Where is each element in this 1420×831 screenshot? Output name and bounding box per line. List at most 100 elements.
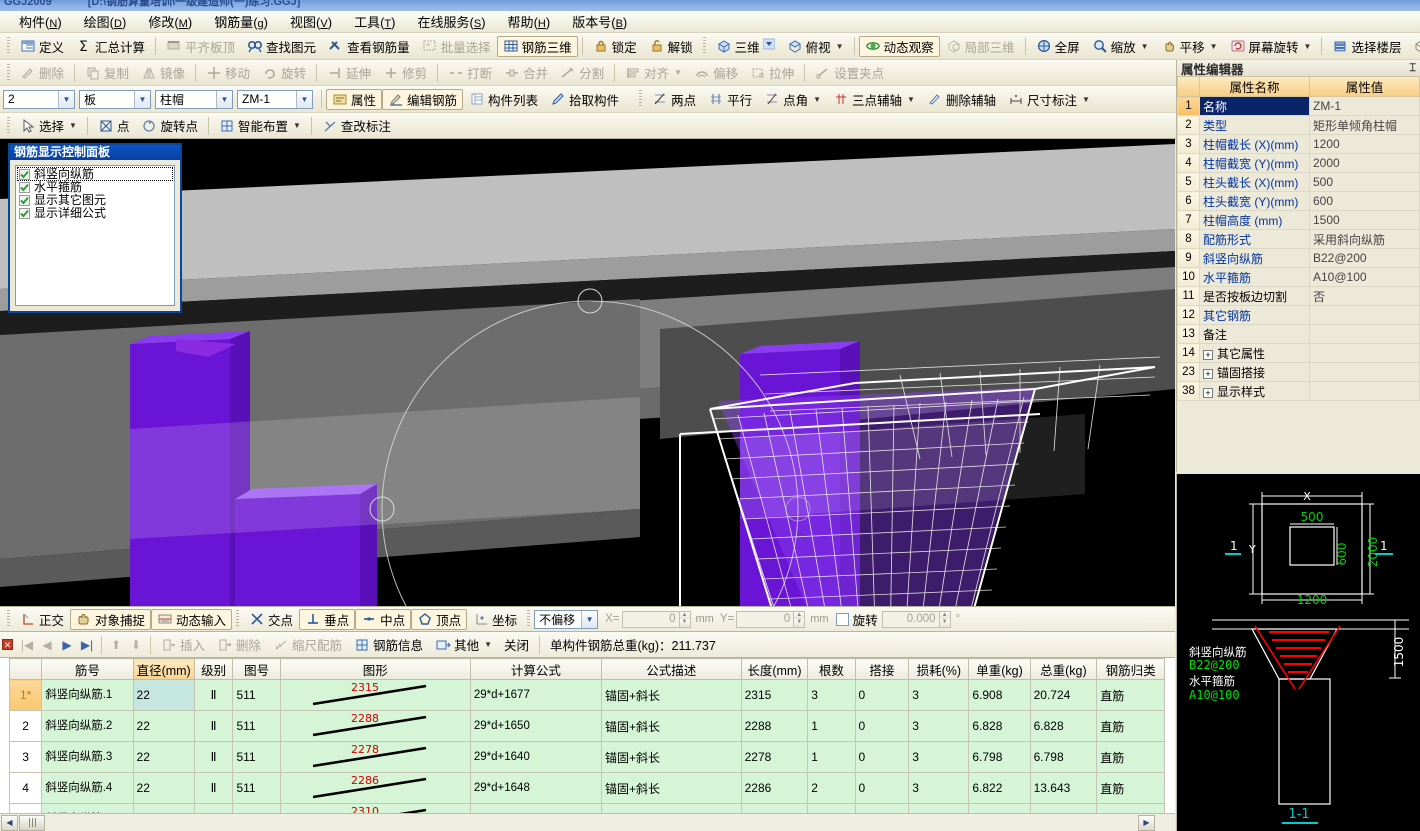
align-button[interactable]: 对齐 ▼ [619,62,688,83]
chevron-down-icon[interactable] [762,38,775,54]
split-button[interactable]: 分割 [554,62,610,83]
cell-category[interactable]: 直筋 [1096,679,1165,711]
toolbar-grip[interactable] [7,37,10,55]
cell-diameter[interactable]: 22 [132,772,195,804]
prev-record-button[interactable]: ◀ [37,638,57,652]
next-record-button[interactable]: ▶ [57,638,77,652]
cell-figure-no[interactable]: 511 [232,710,281,742]
cell-diameter[interactable]: 22 [132,710,195,742]
toolbar-grip[interactable] [7,116,10,135]
grid-horizontal-scrollbar[interactable]: ◀ ▶ [0,813,1175,831]
chevron-down-icon[interactable]: ▼ [296,90,312,108]
checkbox-checked-icon[interactable] [19,194,30,206]
chevron-down-icon[interactable]: ▼ [1302,42,1312,51]
property-value[interactable] [1309,343,1420,363]
3d-viewport[interactable]: Z 钢筋显示控制面板 斜竖向纵筋 水平箍筋 显示其它图元 [0,139,1175,606]
category-combo[interactable]: 板 ▼ [79,89,151,109]
rotate-spinner[interactable]: 0.000 ▲ ▼ [881,610,951,628]
cell-description[interactable]: 锚固+斜长 [600,710,742,742]
lock-button[interactable]: 锁定 [587,36,643,57]
table-row[interactable]: 1* 斜竖向纵筋.1 22 Ⅱ 511 2315 29*d+1677 锚固+斜长… [8,679,1165,711]
grid-header-shape[interactable]: 图形 [279,658,471,680]
menu-item-help[interactable]: 帮助(H) [497,10,562,33]
cell-rebar-no[interactable]: 斜竖向纵筋.1 [41,679,134,711]
move-button[interactable]: 移动 [200,62,256,83]
cell-total-weight[interactable]: 13.643 [1029,772,1098,804]
expander-plus-icon[interactable]: + [1203,350,1213,360]
flush-slab-top-button[interactable]: 平齐板顶 [160,36,241,57]
component-name-combo[interactable]: ZM-1 ▼ [237,89,313,109]
property-row[interactable]: 1 名称 ZM-1 [1177,96,1420,116]
merge-button[interactable]: 合并 [498,62,554,83]
stretch-button[interactable]: 拉伸 [744,62,800,83]
define-button[interactable]: 定义 [14,36,70,57]
offset-mode-combo[interactable]: 不偏移 ▼ [534,609,599,629]
toolbar-grip[interactable] [7,610,10,628]
dynamic-observe-button[interactable]: 动态观察 [858,35,940,57]
grid-header-formula[interactable]: 计算公式 [469,658,602,680]
two-point-axis-button[interactable]: 两点 [646,89,702,110]
pick-component-button[interactable]: 拾取构件 [544,89,625,110]
rotate-spinner-buttons[interactable]: ▲ ▼ [938,611,950,627]
grid-header-description[interactable]: 公式描述 [600,658,742,680]
chevron-down-icon[interactable]: ▼ [1080,95,1090,104]
grid-header-figure-no[interactable]: 图号 [232,658,281,680]
grid-header-loss[interactable]: 损耗(%) [908,658,970,680]
cell-loss[interactable]: 3 [908,679,970,711]
smart-layout-button[interactable]: 智能布置 ▼ [213,115,307,136]
floor-combo[interactable]: 2 ▼ [3,89,75,109]
edit-rebar-button[interactable]: 编辑钢筋 [382,88,464,110]
property-row[interactable]: 9 斜竖向纵筋 B22@200 [1177,248,1420,268]
expander-plus-icon[interactable]: + [1203,369,1213,379]
y-spinner[interactable]: 0 ▲ ▼ [736,610,806,628]
grid-header-unit-weight[interactable]: 单重(kg) [968,658,1031,680]
cell-description[interactable]: 锚固+斜长 [600,679,742,711]
checkbox-row-horizontal-stirrup[interactable]: 水平箍筋 [18,181,172,193]
menu-item-online-service[interactable]: 在线服务(S) [407,10,497,33]
property-row[interactable]: 8 配筋形式 采用斜向纵筋 [1177,229,1420,249]
rebar-data-grid[interactable]: 筋号 直径(mm) 级别 图号 图形 计算公式 公式描述 长度(mm) 根数 搭… [0,658,1175,831]
three-point-axis-button[interactable]: 三点辅轴 ▼ [827,89,921,110]
cell-shape[interactable]: 2286 [279,772,471,804]
grid-header-lap[interactable]: 搭接 [854,658,910,680]
menu-item-view[interactable]: 视图(V) [279,10,343,33]
property-value[interactable]: 1200 [1309,134,1420,154]
table-row[interactable]: 4 斜竖向纵筋.4 22 Ⅱ 511 2286 29*d+1648 锚固+斜长 … [8,772,1165,804]
chevron-down-icon[interactable]: ▼ [905,95,915,104]
cell-shape[interactable]: 2288 [279,710,471,742]
grid-header-diameter[interactable]: 直径(mm) [132,658,195,680]
chevron-down-icon[interactable]: ▼ [811,95,821,104]
toolbar-grip[interactable] [702,37,706,55]
spinner-up-icon[interactable]: ▲ [938,611,950,619]
cell-category[interactable]: 直筋 [1096,710,1165,742]
cell-rebar-no[interactable]: 斜竖向纵筋.4 [41,772,134,804]
cell-figure-no[interactable]: 511 [232,741,281,773]
menu-item-draw[interactable]: 绘图(D) [73,10,138,33]
checkbox-checked-icon[interactable] [19,207,30,219]
x-spinner[interactable]: 0 ▲ ▼ [621,610,691,628]
cell-lap[interactable]: 0 [854,772,910,804]
last-record-button[interactable]: ▶| [77,638,97,652]
delete-axis-button[interactable]: 删除辅轴 [921,89,1002,110]
point-tool-button[interactable]: 点 [92,115,136,136]
break-button[interactable]: 打断 [442,62,498,83]
rotate-input[interactable]: 0.000 [883,613,939,625]
top-view-button[interactable]: 俯视 ▼ [781,36,850,57]
chevron-down-icon[interactable]: ▼ [67,121,77,130]
point-angle-axis-button[interactable]: 点角 ▼ [758,89,827,110]
scale-rebar-button[interactable]: 缩尺配筋 [267,634,348,655]
property-row[interactable]: 6 柱头截宽 (Y)(mm) 600 [1177,191,1420,211]
view-rebar-qty-button[interactable]: 查看钢筋量 [322,36,416,57]
grid-header-count[interactable]: 根数 [807,658,856,680]
grid-header-rebar-no[interactable]: 筋号 [41,658,134,680]
cell-grade[interactable]: Ⅱ [193,772,234,804]
property-row[interactable]: 3 柱帽截长 (X)(mm) 1200 [1177,134,1420,154]
scroll-thumb[interactable] [19,814,45,831]
cell-grade[interactable]: Ⅱ [193,741,234,773]
batch-select-button[interactable]: 批量选择 [416,36,497,57]
property-row[interactable]: 10 水平箍筋 A10@100 [1177,267,1420,287]
property-value[interactable]: 矩形单倾角柱帽 [1309,115,1420,135]
cell-lap[interactable]: 0 [854,741,910,773]
property-value[interactable]: 600 [1309,191,1420,211]
rotate-button[interactable]: 旋转 [256,62,312,83]
